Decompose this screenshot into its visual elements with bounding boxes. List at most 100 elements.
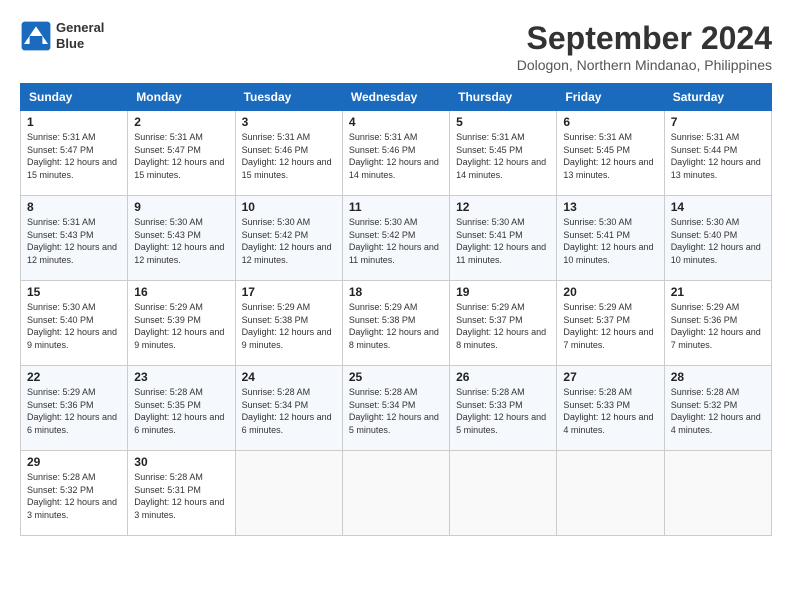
calendar-cell: 18 Sunrise: 5:29 AM Sunset: 5:38 PM Dayl…	[342, 281, 449, 366]
day-detail: Sunrise: 5:31 AM Sunset: 5:44 PM Dayligh…	[671, 131, 765, 181]
calendar-cell: 22 Sunrise: 5:29 AM Sunset: 5:36 PM Dayl…	[21, 366, 128, 451]
day-detail: Sunrise: 5:31 AM Sunset: 5:46 PM Dayligh…	[349, 131, 443, 181]
day-number: 5	[456, 115, 550, 129]
day-number: 11	[349, 200, 443, 214]
day-detail: Sunrise: 5:29 AM Sunset: 5:39 PM Dayligh…	[134, 301, 228, 351]
day-number: 8	[27, 200, 121, 214]
weekday-header-friday: Friday	[557, 84, 664, 111]
calendar-cell: 3 Sunrise: 5:31 AM Sunset: 5:46 PM Dayli…	[235, 111, 342, 196]
day-number: 13	[563, 200, 657, 214]
weekday-header-sunday: Sunday	[21, 84, 128, 111]
calendar-cell: 6 Sunrise: 5:31 AM Sunset: 5:45 PM Dayli…	[557, 111, 664, 196]
day-detail: Sunrise: 5:28 AM Sunset: 5:33 PM Dayligh…	[456, 386, 550, 436]
week-row-4: 22 Sunrise: 5:29 AM Sunset: 5:36 PM Dayl…	[21, 366, 772, 451]
day-number: 2	[134, 115, 228, 129]
calendar-cell	[342, 451, 449, 536]
title-section: September 2024 Dologon, Northern Mindana…	[517, 20, 772, 73]
day-number: 10	[242, 200, 336, 214]
calendar-cell: 27 Sunrise: 5:28 AM Sunset: 5:33 PM Dayl…	[557, 366, 664, 451]
weekday-header-monday: Monday	[128, 84, 235, 111]
day-number: 3	[242, 115, 336, 129]
calendar-cell: 24 Sunrise: 5:28 AM Sunset: 5:34 PM Dayl…	[235, 366, 342, 451]
day-number: 19	[456, 285, 550, 299]
calendar-cell: 11 Sunrise: 5:30 AM Sunset: 5:42 PM Dayl…	[342, 196, 449, 281]
location-title: Dologon, Northern Mindanao, Philippines	[517, 57, 772, 73]
calendar-cell: 1 Sunrise: 5:31 AM Sunset: 5:47 PM Dayli…	[21, 111, 128, 196]
day-number: 22	[27, 370, 121, 384]
day-detail: Sunrise: 5:31 AM Sunset: 5:45 PM Dayligh…	[456, 131, 550, 181]
calendar-cell	[235, 451, 342, 536]
day-detail: Sunrise: 5:28 AM Sunset: 5:31 PM Dayligh…	[134, 471, 228, 521]
day-number: 21	[671, 285, 765, 299]
weekday-header-saturday: Saturday	[664, 84, 771, 111]
calendar-cell: 29 Sunrise: 5:28 AM Sunset: 5:32 PM Dayl…	[21, 451, 128, 536]
calendar-table: SundayMondayTuesdayWednesdayThursdayFrid…	[20, 83, 772, 536]
weekday-header-row: SundayMondayTuesdayWednesdayThursdayFrid…	[21, 84, 772, 111]
day-number: 17	[242, 285, 336, 299]
day-number: 1	[27, 115, 121, 129]
day-number: 7	[671, 115, 765, 129]
weekday-header-wednesday: Wednesday	[342, 84, 449, 111]
calendar-cell: 8 Sunrise: 5:31 AM Sunset: 5:43 PM Dayli…	[21, 196, 128, 281]
calendar-cell: 16 Sunrise: 5:29 AM Sunset: 5:39 PM Dayl…	[128, 281, 235, 366]
day-number: 28	[671, 370, 765, 384]
calendar-cell: 26 Sunrise: 5:28 AM Sunset: 5:33 PM Dayl…	[450, 366, 557, 451]
day-number: 26	[456, 370, 550, 384]
calendar-cell: 12 Sunrise: 5:30 AM Sunset: 5:41 PM Dayl…	[450, 196, 557, 281]
day-detail: Sunrise: 5:30 AM Sunset: 5:43 PM Dayligh…	[134, 216, 228, 266]
page-header: General Blue September 2024 Dologon, Nor…	[20, 20, 772, 73]
day-detail: Sunrise: 5:28 AM Sunset: 5:35 PM Dayligh…	[134, 386, 228, 436]
day-detail: Sunrise: 5:31 AM Sunset: 5:47 PM Dayligh…	[134, 131, 228, 181]
day-detail: Sunrise: 5:29 AM Sunset: 5:37 PM Dayligh…	[563, 301, 657, 351]
week-row-2: 8 Sunrise: 5:31 AM Sunset: 5:43 PM Dayli…	[21, 196, 772, 281]
calendar-cell: 21 Sunrise: 5:29 AM Sunset: 5:36 PM Dayl…	[664, 281, 771, 366]
day-number: 16	[134, 285, 228, 299]
week-row-1: 1 Sunrise: 5:31 AM Sunset: 5:47 PM Dayli…	[21, 111, 772, 196]
calendar-cell: 17 Sunrise: 5:29 AM Sunset: 5:38 PM Dayl…	[235, 281, 342, 366]
day-detail: Sunrise: 5:30 AM Sunset: 5:40 PM Dayligh…	[671, 216, 765, 266]
calendar-cell	[557, 451, 664, 536]
day-detail: Sunrise: 5:29 AM Sunset: 5:38 PM Dayligh…	[242, 301, 336, 351]
day-detail: Sunrise: 5:29 AM Sunset: 5:36 PM Dayligh…	[671, 301, 765, 351]
day-number: 27	[563, 370, 657, 384]
calendar-cell: 7 Sunrise: 5:31 AM Sunset: 5:44 PM Dayli…	[664, 111, 771, 196]
calendar-cell: 15 Sunrise: 5:30 AM Sunset: 5:40 PM Dayl…	[21, 281, 128, 366]
day-detail: Sunrise: 5:30 AM Sunset: 5:41 PM Dayligh…	[563, 216, 657, 266]
weekday-header-thursday: Thursday	[450, 84, 557, 111]
day-number: 18	[349, 285, 443, 299]
calendar-cell: 20 Sunrise: 5:29 AM Sunset: 5:37 PM Dayl…	[557, 281, 664, 366]
day-detail: Sunrise: 5:30 AM Sunset: 5:41 PM Dayligh…	[456, 216, 550, 266]
day-detail: Sunrise: 5:31 AM Sunset: 5:43 PM Dayligh…	[27, 216, 121, 266]
day-number: 24	[242, 370, 336, 384]
day-detail: Sunrise: 5:28 AM Sunset: 5:33 PM Dayligh…	[563, 386, 657, 436]
month-title: September 2024	[517, 20, 772, 57]
day-detail: Sunrise: 5:31 AM Sunset: 5:46 PM Dayligh…	[242, 131, 336, 181]
day-detail: Sunrise: 5:28 AM Sunset: 5:32 PM Dayligh…	[27, 471, 121, 521]
day-detail: Sunrise: 5:30 AM Sunset: 5:42 PM Dayligh…	[242, 216, 336, 266]
day-detail: Sunrise: 5:31 AM Sunset: 5:47 PM Dayligh…	[27, 131, 121, 181]
week-row-5: 29 Sunrise: 5:28 AM Sunset: 5:32 PM Dayl…	[21, 451, 772, 536]
calendar-cell	[450, 451, 557, 536]
calendar-cell: 25 Sunrise: 5:28 AM Sunset: 5:34 PM Dayl…	[342, 366, 449, 451]
day-number: 4	[349, 115, 443, 129]
day-detail: Sunrise: 5:30 AM Sunset: 5:42 PM Dayligh…	[349, 216, 443, 266]
day-number: 29	[27, 455, 121, 469]
logo-text: General Blue	[56, 20, 104, 51]
day-detail: Sunrise: 5:28 AM Sunset: 5:34 PM Dayligh…	[349, 386, 443, 436]
day-detail: Sunrise: 5:28 AM Sunset: 5:34 PM Dayligh…	[242, 386, 336, 436]
calendar-cell: 4 Sunrise: 5:31 AM Sunset: 5:46 PM Dayli…	[342, 111, 449, 196]
calendar-cell: 5 Sunrise: 5:31 AM Sunset: 5:45 PM Dayli…	[450, 111, 557, 196]
calendar-cell: 2 Sunrise: 5:31 AM Sunset: 5:47 PM Dayli…	[128, 111, 235, 196]
week-row-3: 15 Sunrise: 5:30 AM Sunset: 5:40 PM Dayl…	[21, 281, 772, 366]
logo-icon	[20, 20, 52, 52]
day-number: 12	[456, 200, 550, 214]
calendar-cell: 14 Sunrise: 5:30 AM Sunset: 5:40 PM Dayl…	[664, 196, 771, 281]
day-number: 15	[27, 285, 121, 299]
day-number: 14	[671, 200, 765, 214]
day-number: 20	[563, 285, 657, 299]
day-detail: Sunrise: 5:29 AM Sunset: 5:37 PM Dayligh…	[456, 301, 550, 351]
calendar-cell: 30 Sunrise: 5:28 AM Sunset: 5:31 PM Dayl…	[128, 451, 235, 536]
calendar-cell: 19 Sunrise: 5:29 AM Sunset: 5:37 PM Dayl…	[450, 281, 557, 366]
day-detail: Sunrise: 5:29 AM Sunset: 5:38 PM Dayligh…	[349, 301, 443, 351]
day-number: 30	[134, 455, 228, 469]
